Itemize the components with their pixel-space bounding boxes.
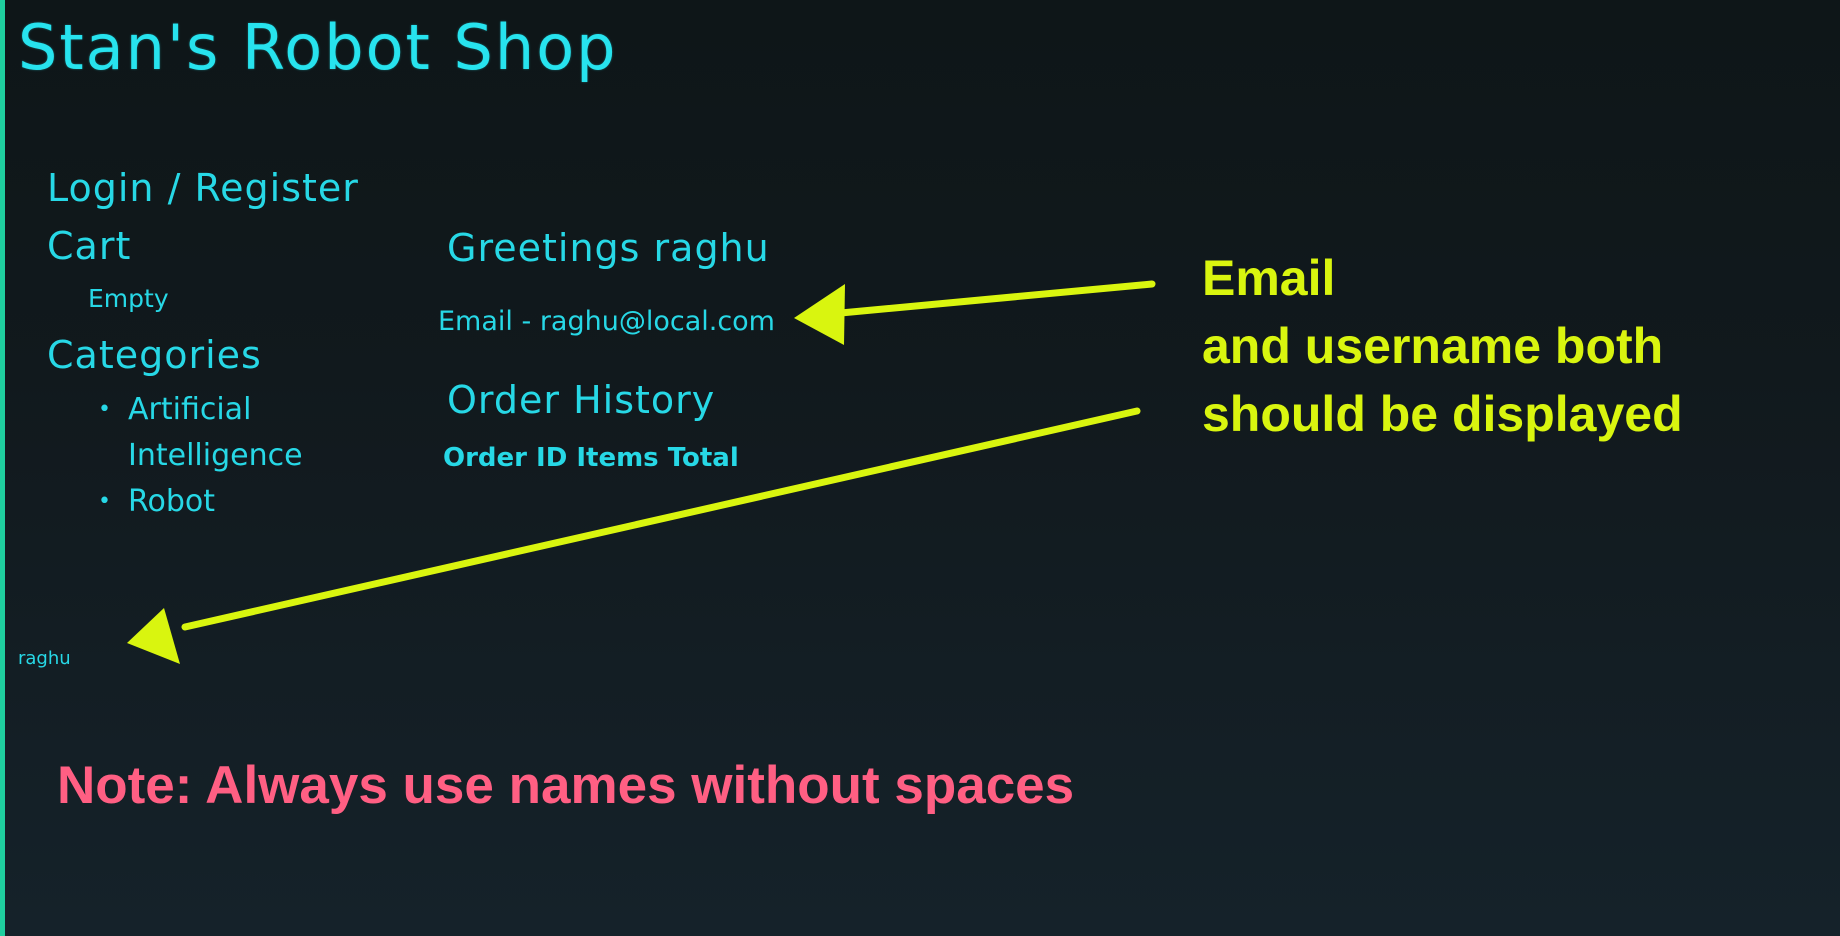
annotation-line: should be displayed: [1202, 386, 1683, 442]
email-arrow-icon: [794, 280, 1156, 345]
note-text: Note: Always use names without spaces: [57, 756, 1075, 815]
annotation-line: Email: [1202, 250, 1336, 306]
annotation-callout: Email and username both should be displa…: [1202, 244, 1683, 448]
username-arrow-icon: [127, 407, 1141, 664]
annotation-line: and username both: [1202, 318, 1664, 374]
